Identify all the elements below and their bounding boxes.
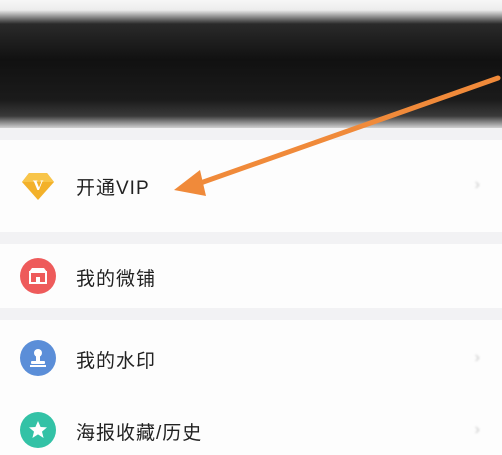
annotation-arrow <box>174 75 501 196</box>
